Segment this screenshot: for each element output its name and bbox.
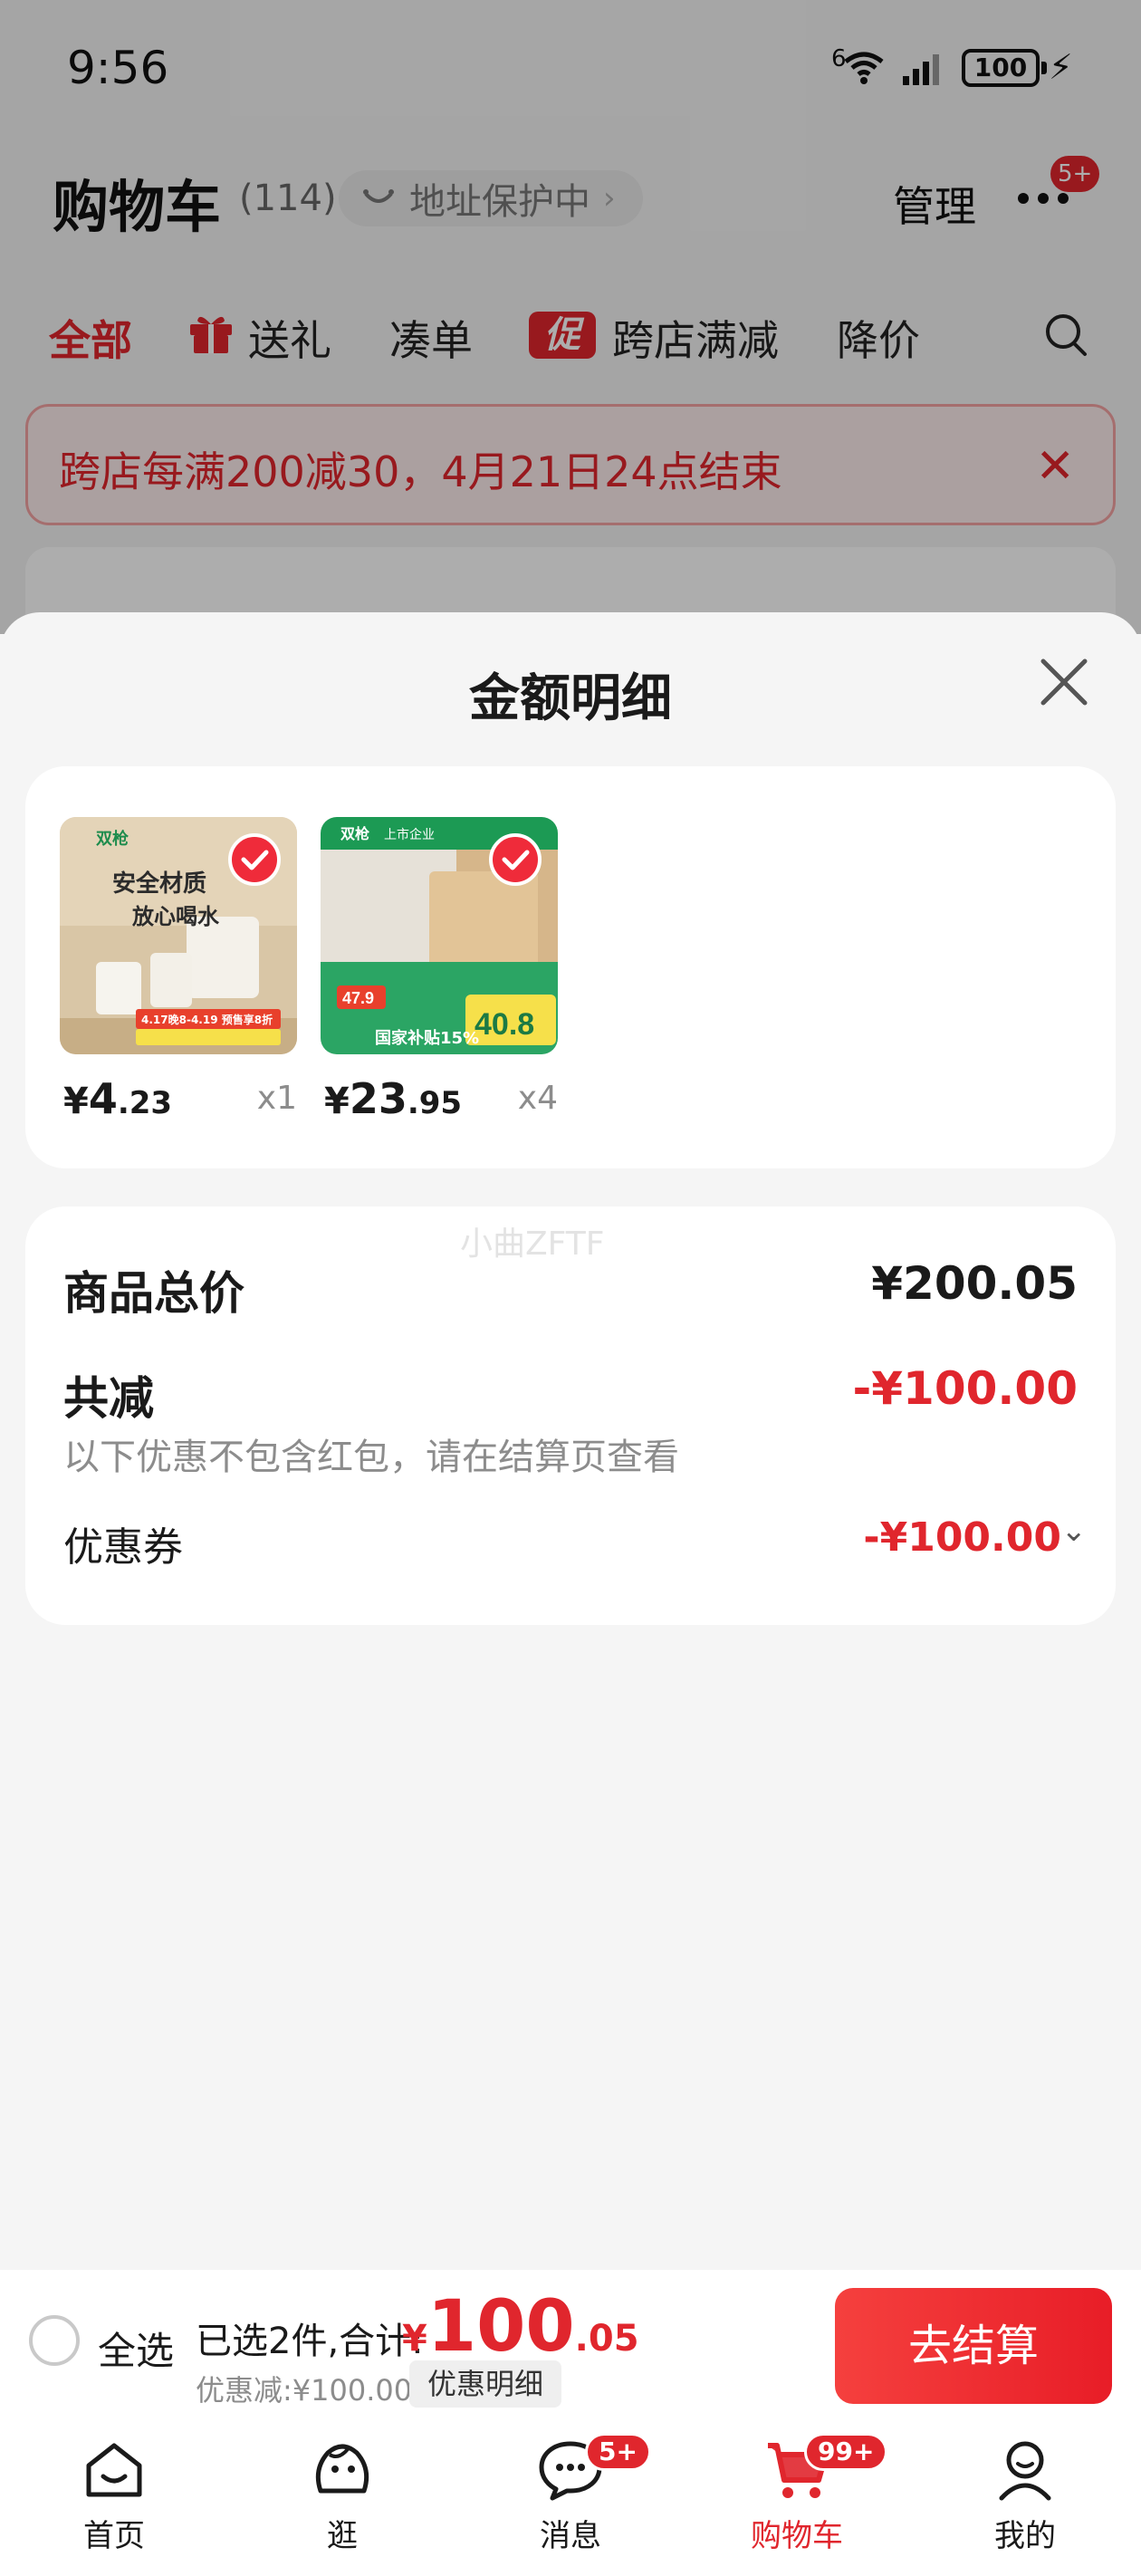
checkout-button[interactable]: 去结算: [835, 2288, 1112, 2404]
total-amount: ¥100.05: [402, 2286, 639, 2368]
checkout-bar: 全选 已选2件,合计: ¥100.05 优惠减:¥100.00 优惠明细 去结算: [0, 2270, 1141, 2422]
home-icon: [86, 2443, 142, 2497]
image-tag: 上市企业: [384, 827, 435, 842]
image-final-price: 40.8: [475, 1007, 534, 1042]
nav-label: 逛: [327, 2518, 358, 2554]
nav-label: 我的: [994, 2518, 1056, 2554]
nav-messages[interactable]: 消息 5+: [489, 2433, 652, 2569]
amount-detail-sheet: 金额明细 双枪 安全材质 放心喝水 4.17晚8-4.19 预售享8折 ¥4.2…: [0, 612, 1141, 2270]
discount-value: -¥100.00: [852, 1362, 1079, 1415]
nav-profile[interactable]: 我的: [944, 2433, 1107, 2569]
discount-note: 以下优惠不包含红包，请在结算页查看: [63, 1437, 679, 1478]
item-quantity: x4: [517, 1080, 558, 1117]
nav-label: 购物车: [751, 2518, 843, 2554]
discount-summary: 优惠减:¥100.00: [196, 2373, 413, 2408]
message-badge: 5+: [585, 2433, 651, 2471]
selected-summary: 已选2件,合计:: [196, 2321, 424, 2362]
bottom-nav: 首页 逛 消息 5+ 购物车 99+ 我的: [0, 2422, 1141, 2576]
item-price: ¥4.23: [63, 1074, 173, 1123]
watermark: 小曲ZFTF: [460, 1226, 605, 1263]
cart-badge: 99+: [804, 2433, 888, 2471]
close-icon[interactable]: [1032, 650, 1096, 714]
nav-label: 消息: [540, 2518, 601, 2554]
checked-icon: [489, 833, 542, 886]
browse-icon: [315, 2444, 369, 2494]
item-price: ¥23.95: [324, 1074, 463, 1123]
discount-detail-button[interactable]: 优惠明细: [409, 2360, 562, 2408]
image-subsidy-text: 国家补贴15%: [375, 1028, 479, 1048]
item-quantity: x1: [256, 1080, 297, 1117]
image-headline-1: 安全材质: [112, 870, 206, 898]
modal-overlay[interactable]: [0, 0, 1141, 634]
sheet-title: 金额明细: [469, 669, 672, 728]
coupon-value[interactable]: -¥100.00: [863, 1514, 1061, 1561]
selected-item[interactable]: 双枪 上市企业 47.9 国家补贴15% 40.8 ¥23.95 x4: [321, 817, 558, 1129]
brand-text: 双枪: [96, 829, 129, 848]
product-image: 双枪 安全材质 放心喝水 4.17晚8-4.19 预售享8折: [60, 817, 297, 1054]
brand-text: 双枪: [340, 825, 369, 842]
product-image: 双枪 上市企业 47.9 国家补贴15% 40.8: [321, 817, 558, 1054]
selected-item[interactable]: 双枪 安全材质 放心喝水 4.17晚8-4.19 预售享8折 ¥4.23 x1: [60, 817, 297, 1129]
selected-items-card: 双枪 安全材质 放心喝水 4.17晚8-4.19 预售享8折 ¥4.23 x1: [25, 766, 1116, 1168]
nav-browse[interactable]: 逛: [261, 2433, 424, 2569]
nav-cart[interactable]: 购物车 99+: [715, 2433, 888, 2569]
price-summary-card: 小曲ZFTF 商品总价 ¥200.05 共减 -¥100.00 以下优惠不包含红…: [25, 1206, 1116, 1625]
discount-label: 共减: [63, 1372, 154, 1425]
profile-icon: [999, 2441, 1051, 2501]
coupon-label: 优惠券: [63, 1524, 183, 1571]
total-price-label: 商品总价: [63, 1267, 244, 1320]
image-promo-text: 4.17晚8-4.19 预售享8折: [141, 1013, 273, 1026]
image-price: 47.9: [342, 989, 374, 1007]
nav-home[interactable]: 首页: [33, 2433, 196, 2569]
checked-icon: [228, 833, 281, 886]
chevron-down-icon[interactable]: ⌄: [1061, 1513, 1088, 1549]
select-all-label[interactable]: 全选: [98, 2321, 174, 2376]
select-all-checkbox[interactable]: [29, 2315, 80, 2366]
image-headline-2: 放心喝水: [131, 904, 220, 929]
total-price-value: ¥200.05: [871, 1257, 1078, 1310]
nav-label: 首页: [83, 2518, 145, 2554]
cart-page-background: 9:56 6 100 ⚡ 购物车 (114) 地址保护中 › 管理 5+ 全部 …: [0, 0, 1141, 728]
